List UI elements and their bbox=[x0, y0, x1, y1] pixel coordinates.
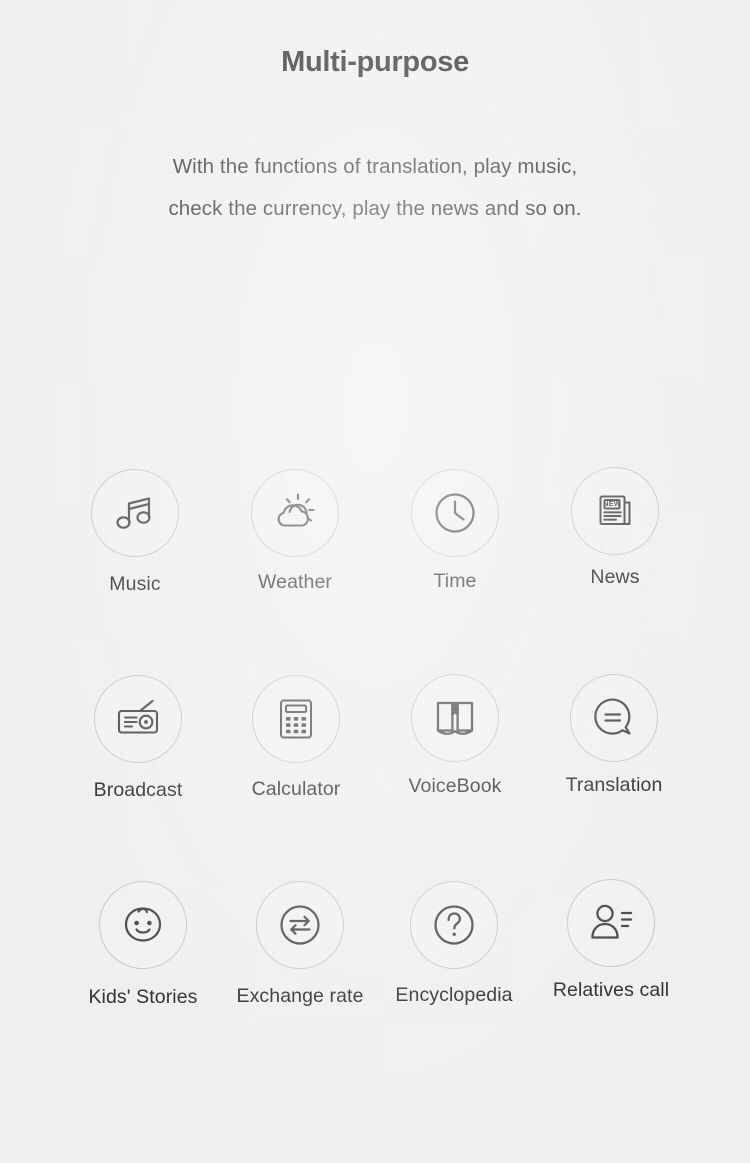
feature-label: Kids' Stories bbox=[88, 986, 198, 1008]
feature-label: Time bbox=[433, 570, 477, 592]
open-book-icon bbox=[432, 696, 478, 740]
feature-item-voicebook[interactable]: VoiceBook bbox=[370, 674, 540, 798]
feature-row: Broadcast Calculator VoiceBook Translati… bbox=[0, 668, 750, 874]
feature-label: News bbox=[590, 566, 640, 588]
calculator-icon bbox=[275, 696, 317, 742]
icon-circle[interactable] bbox=[567, 879, 655, 967]
sun-behind-cloud-icon bbox=[271, 490, 319, 536]
feature-label: VoiceBook bbox=[408, 775, 502, 797]
feature-item-broadcast[interactable]: Broadcast bbox=[53, 675, 223, 802]
icon-circle[interactable] bbox=[251, 469, 339, 557]
icon-circle[interactable] bbox=[99, 881, 187, 969]
feature-label: Relatives call bbox=[552, 979, 670, 1001]
baby-face-icon bbox=[120, 903, 166, 947]
icon-circle[interactable] bbox=[411, 674, 499, 762]
icon-circle[interactable] bbox=[91, 469, 179, 557]
feature-item-music[interactable]: Music bbox=[50, 469, 220, 596]
radio-icon bbox=[114, 697, 162, 741]
icon-circle[interactable] bbox=[410, 881, 498, 969]
contact-person-icon bbox=[587, 901, 635, 945]
feature-grid: Music Weather Time NEW News Broadcast Ca… bbox=[0, 462, 750, 1080]
feature-row: Music Weather Time NEW News bbox=[0, 462, 750, 668]
feature-item-weather[interactable]: Weather bbox=[210, 469, 380, 594]
feature-item-relatives-call[interactable]: Relatives call bbox=[526, 879, 696, 1002]
feature-item-exchange-rate[interactable]: Exchange rate bbox=[215, 881, 385, 1008]
icon-circle[interactable] bbox=[570, 674, 658, 762]
subtitle-line-1: With the functions of translation, play … bbox=[172, 155, 578, 178]
feature-item-kids-stories[interactable]: Kids' Stories bbox=[58, 881, 228, 1009]
feature-item-time[interactable]: Time bbox=[370, 469, 540, 593]
music-note-icon bbox=[112, 490, 158, 536]
feature-label: Translation bbox=[565, 774, 663, 796]
icon-circle[interactable] bbox=[94, 675, 182, 763]
feature-label: Weather bbox=[257, 571, 333, 593]
feature-label: Encyclopedia bbox=[395, 984, 513, 1006]
icon-circle[interactable] bbox=[411, 469, 499, 557]
feature-item-encyclopedia[interactable]: Encyclopedia bbox=[369, 881, 539, 1007]
feature-item-calculator[interactable]: Calculator bbox=[211, 675, 381, 801]
feature-label: Calculator bbox=[251, 778, 341, 800]
feature-label: Exchange rate bbox=[236, 985, 364, 1007]
icon-circle[interactable] bbox=[256, 881, 344, 969]
feature-label: Music bbox=[109, 573, 161, 595]
speech-bubble-equals-icon bbox=[591, 695, 637, 741]
feature-row: Kids' Stories Exchange rate Encyclopedia… bbox=[0, 874, 750, 1080]
icon-circle[interactable]: NEW bbox=[571, 467, 659, 555]
feature-item-news[interactable]: NEW News bbox=[530, 467, 700, 589]
subtitle-line-2: check the currency, play the news and so… bbox=[168, 197, 582, 220]
clock-icon bbox=[433, 491, 477, 535]
newspaper-icon: NEW bbox=[592, 488, 638, 534]
icon-circle[interactable] bbox=[252, 675, 340, 763]
feature-label: Broadcast bbox=[93, 779, 183, 801]
news-badge-text: NEW bbox=[603, 499, 621, 508]
feature-item-translation[interactable]: Translation bbox=[529, 674, 699, 797]
feature-showcase-page: Multi-purpose With the functions of tran… bbox=[0, 0, 750, 1163]
exchange-arrows-icon bbox=[277, 902, 323, 948]
page-subtitle: With the functions of translation, play … bbox=[0, 146, 750, 230]
page-title: Multi-purpose bbox=[281, 46, 469, 78]
question-mark-circle-icon bbox=[431, 902, 477, 948]
